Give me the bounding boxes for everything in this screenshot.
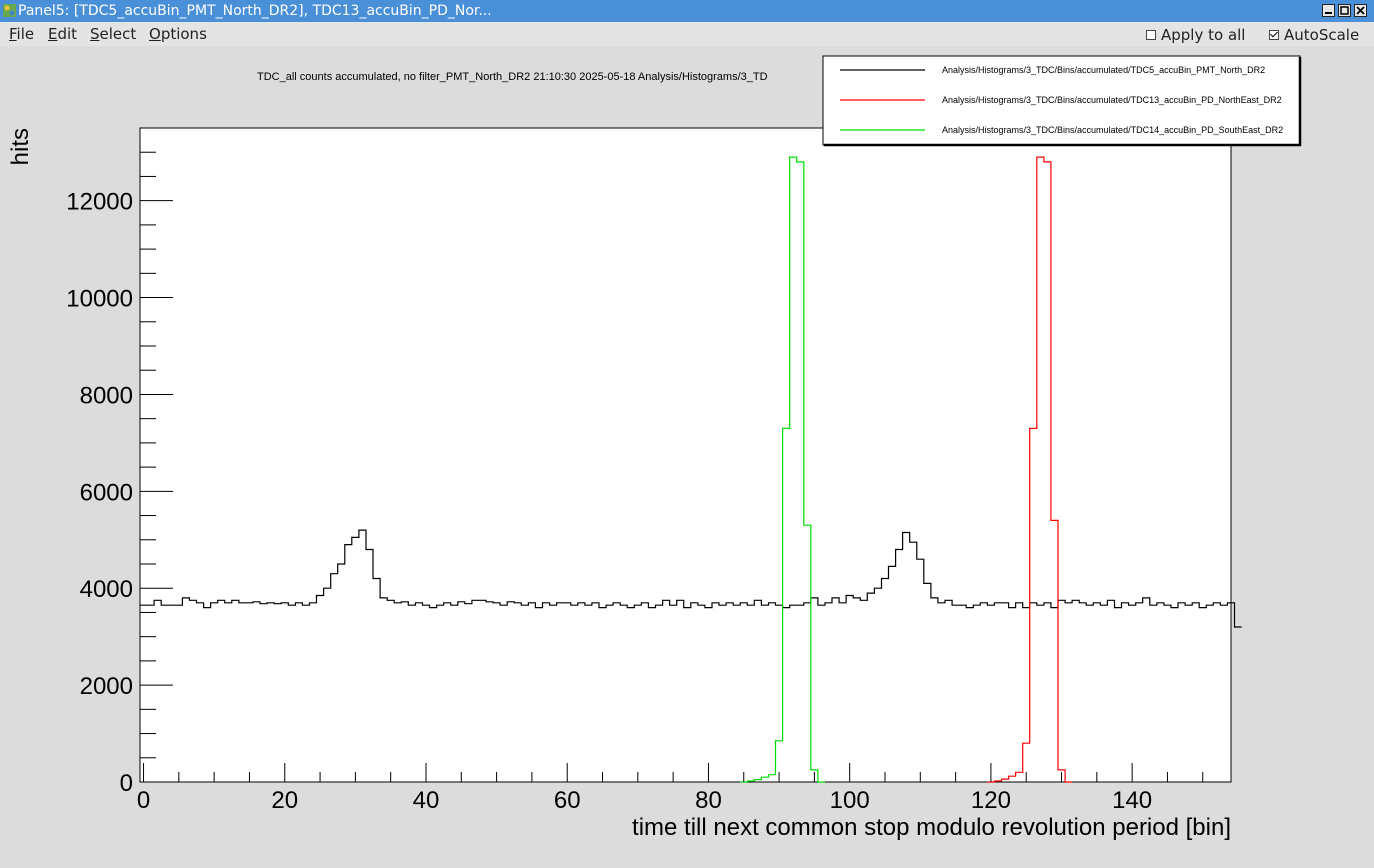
x-tick-label: 40 bbox=[413, 787, 440, 814]
x-tick-label: 60 bbox=[554, 787, 581, 814]
checkbox-icon[interactable] bbox=[1146, 30, 1156, 40]
window-title: Panel5: [TDC5_accuBin_PMT_North_DR2], TD… bbox=[18, 3, 492, 19]
menu-bar: File Edit Select Options Apply to all Au… bbox=[0, 22, 1374, 46]
menu-options[interactable]: Options bbox=[149, 25, 207, 43]
legend-label-2: Analysis/Histograms/3_TDC/Bins/accumulat… bbox=[942, 125, 1283, 135]
y-axis-label: hits bbox=[7, 128, 34, 165]
x-tick-label: 100 bbox=[830, 787, 870, 814]
minimize-button[interactable] bbox=[1322, 4, 1335, 17]
checkbox-checked-icon[interactable] bbox=[1269, 30, 1279, 40]
menu-file[interactable]: File bbox=[9, 25, 34, 43]
maximize-icon bbox=[1340, 6, 1349, 15]
plot-canvas[interactable]: 0 20 40 60 80 100 120 140 0 2000 4000 6000 8000 10000… bbox=[5, 47, 1369, 863]
close-icon bbox=[1356, 6, 1365, 15]
close-button[interactable] bbox=[1354, 4, 1367, 17]
y-tick-label: 8000 bbox=[80, 382, 133, 409]
histogram-plot: 0 20 40 60 80 100 120 140 0 2000 4000 6000 8000 10000… bbox=[7, 55, 1302, 841]
y-tick-label: 12000 bbox=[66, 189, 133, 216]
y-tick-label: 0 bbox=[120, 770, 133, 797]
menu-select[interactable]: Select bbox=[90, 25, 136, 43]
maximize-button[interactable] bbox=[1338, 4, 1351, 17]
x-tick-label: 20 bbox=[271, 787, 298, 814]
menu-edit[interactable]: Edit bbox=[48, 25, 77, 43]
x-tick-label: 120 bbox=[971, 787, 1011, 814]
chart-title: TDC_all counts accumulated, no filter_PM… bbox=[257, 71, 768, 83]
y-tick-label: 4000 bbox=[80, 576, 133, 603]
legend[interactable]: Analysis/Histograms/3_TDC/Bins/accumulat… bbox=[822, 55, 1302, 147]
y-tick-label: 10000 bbox=[66, 286, 133, 313]
plot-frame bbox=[139, 127, 1232, 783]
legend-label-1: Analysis/Histograms/3_TDC/Bins/accumulat… bbox=[942, 95, 1282, 105]
x-tick-label: 0 bbox=[137, 787, 150, 814]
x-tick-label: 80 bbox=[695, 787, 722, 814]
legend-label-0: Analysis/Histograms/3_TDC/Bins/accumulat… bbox=[942, 65, 1265, 75]
window-titlebar[interactable]: Panel5: [TDC5_accuBin_PMT_North_DR2], TD… bbox=[0, 0, 1374, 22]
x-axis-label: time till next common stop modulo revolu… bbox=[632, 814, 1231, 841]
app-icon bbox=[3, 4, 16, 17]
apply-to-all-checkbox[interactable]: Apply to all bbox=[1146, 26, 1245, 44]
x-tick-label: 140 bbox=[1112, 787, 1152, 814]
y-tick-label: 2000 bbox=[80, 673, 133, 700]
autoscale-checkbox[interactable]: AutoScale bbox=[1269, 26, 1359, 44]
y-tick-label: 6000 bbox=[80, 479, 133, 506]
minimize-icon bbox=[1325, 12, 1332, 14]
